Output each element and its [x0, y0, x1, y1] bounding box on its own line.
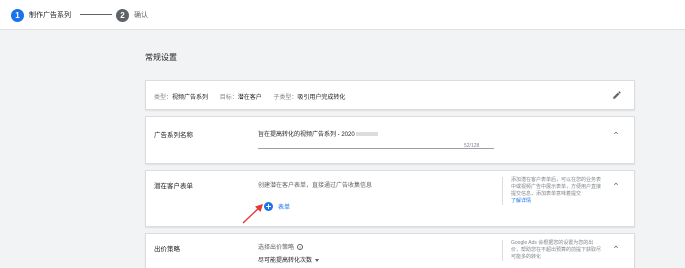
campaign-stepper: 1 制作广告系列 2 确认 [0, 0, 685, 30]
campaign-summary-card: 类型：视频广告系列 目标：潜在客户 子类型：吸引用户完成转化 [145, 80, 635, 110]
goal-value: 潜在客户 [237, 95, 262, 101]
lead-form-help-text: 添加潜在客户表单后，可以在您的业务表中或视频广告中展示表单，方便用户直接提交信息… [511, 177, 602, 197]
bidding-prompt-row: 选择出价策略? [258, 242, 304, 251]
campaign-name-label: 广告系列名称 [154, 132, 193, 139]
step-label-confirm: 确认 [134, 11, 148, 19]
learn-more-link[interactable]: 了解详情 [511, 198, 602, 205]
add-circle-icon [264, 201, 273, 211]
character-counter: 52/128 [464, 143, 480, 149]
campaign-name-value: 旨在提高转化的视频广告系列 - 2020 [258, 132, 355, 138]
bidding-help-text: Google Ads 会根据您的设置为您的出价，帮助您在不超出预算的前提下获取尽… [511, 240, 602, 260]
campaign-summary-row: 类型：视频广告系列 目标：潜在客户 子类型：吸引用户完成转化 [154, 92, 355, 101]
campaign-name-value-wrapper: 旨在提高转化的视频广告系列 - 2020 [258, 129, 378, 138]
campaign-name-card: 广告系列名称 旨在提高转化的视频广告系列 - 2020 52/128 [145, 116, 635, 164]
chevron-up-icon[interactable] [612, 129, 620, 137]
chevron-up-icon[interactable] [612, 180, 620, 188]
type-label: 类型： [154, 95, 173, 101]
step-number-2: 2 [116, 8, 129, 22]
section-title-general-settings: 常规设置 [145, 53, 177, 62]
add-lead-form-label: 表单 [278, 204, 291, 211]
lead-form-description: 创建潜在客户表单，直接通过广告收集信息 [258, 183, 373, 189]
bidding-help-panel: Google Ads 会根据您的设置为您的出价，帮助您在不超出预算的前提下获取尽… [502, 240, 602, 261]
subtype-label: 子类型： [273, 95, 298, 101]
lead-form-label: 潜在客户表单 [154, 183, 193, 190]
step-create-campaign[interactable]: 1 制作广告系列 [11, 8, 71, 22]
bidding-prompt: 选择出价策略 [258, 245, 295, 251]
help-circle-icon[interactable]: ? [297, 244, 304, 251]
bidding-strategy-select[interactable]: 尽可能提高转化次数 [258, 255, 320, 264]
goal-label: 目标： [219, 95, 238, 101]
lead-form-help-panel: 添加潜在客户表单后，可以在您的业务表中或视频广告中展示表单，方便用户直接提交信息… [502, 177, 602, 205]
redacted-text [355, 132, 378, 137]
type-value: 视频广告系列 [172, 95, 209, 101]
lead-form-card: 潜在客户表单 创建潜在客户表单，直接通过广告收集信息 表单 添加潜在客户表单后，… [145, 170, 635, 227]
bidding-strategy-card: 出价策略 选择出价策略? 尽可能提高转化次数 Google Ads 会根据您的设… [145, 233, 635, 268]
step-connector [80, 14, 112, 15]
campaign-name-input[interactable]: 旨在提高转化的视频广告系列 - 2020 [258, 129, 494, 149]
edit-pencil-icon[interactable] [612, 90, 622, 100]
add-lead-form-button[interactable]: 表单 [264, 201, 290, 211]
step-confirm[interactable]: 2 确认 [116, 8, 148, 22]
bidding-label: 出价策略 [154, 246, 180, 253]
step-label-create-campaign: 制作广告系列 [29, 11, 71, 19]
step-number-1: 1 [11, 8, 24, 22]
bidding-selected-value: 尽可能提高转化次数 [258, 258, 313, 264]
dropdown-caret-icon [315, 258, 320, 262]
subtype-value: 吸引用户完成转化 [297, 95, 346, 101]
chevron-up-icon[interactable] [612, 243, 620, 251]
